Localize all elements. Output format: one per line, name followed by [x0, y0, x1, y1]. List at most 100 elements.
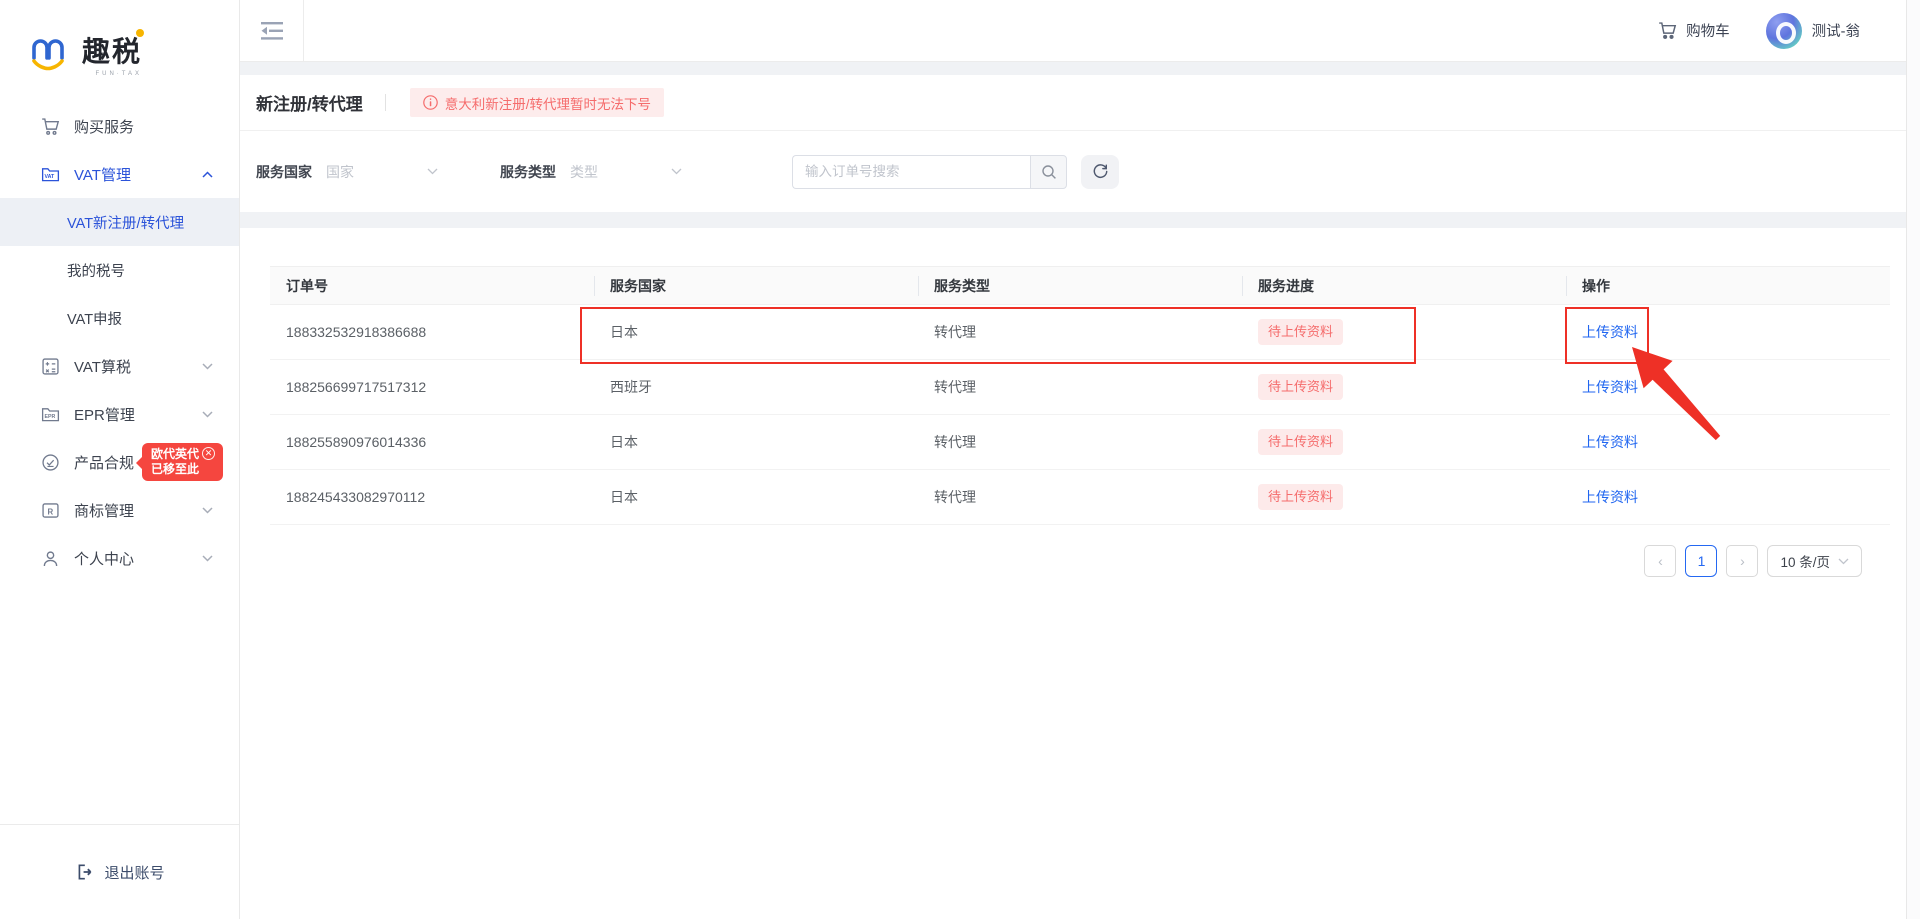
orders-table: 订单号 服务国家 服务类型 服务进度 操作 188332532918386688… [270, 266, 1890, 525]
chevron-down-icon [202, 411, 213, 418]
sidebar-item-buy-services[interactable]: 购买服务 [0, 102, 239, 150]
sidebar-subitem-label: VAT申报 [67, 308, 122, 329]
status-badge: 待上传资料 [1258, 319, 1343, 345]
orders-card: 订单号 服务国家 服务类型 服务进度 操作 188332532918386688… [240, 228, 1906, 919]
sidebar-item-label: 产品合规 [74, 452, 134, 473]
search-button[interactable] [1030, 155, 1067, 189]
status-badge: 待上传资料 [1258, 484, 1343, 510]
search-icon [1041, 164, 1057, 180]
order-no-cell: 188332532918386688 [270, 305, 594, 360]
cart-icon [40, 116, 61, 137]
order-no-cell: 188256699717517312 [270, 360, 594, 415]
cart-label: 购物车 [1686, 20, 1730, 41]
avatar [1766, 13, 1802, 49]
sidebar-item-vat-management[interactable]: VAT VAT管理 [0, 150, 239, 198]
divider [385, 94, 386, 111]
table-row: 188245433082970112 日本 转代理 待上传资料 上传资料 [270, 470, 1890, 525]
trademark-folder-icon: R [40, 500, 61, 521]
sidebar-item-trademark-management[interactable]: R 商标管理 [0, 486, 239, 534]
svg-text:R: R [47, 507, 53, 516]
notice-banner: 意大利新注册/转代理暂时无法下号 [410, 88, 664, 117]
refresh-button[interactable] [1081, 155, 1119, 189]
sidebar-item-vat-calculator[interactable]: VAT算税 [0, 342, 239, 390]
upload-data-link[interactable]: 上传资料 [1582, 379, 1638, 395]
user-menu[interactable]: 测试-翁 [1766, 13, 1860, 49]
sidebar-item-label: 商标管理 [74, 500, 134, 521]
vat-folder-icon: VAT [40, 164, 61, 185]
logout-button[interactable]: 退出账号 [0, 824, 239, 919]
chevron-down-icon [671, 168, 682, 175]
sidebar-subitem-vat-new-registration[interactable]: VAT新注册/转代理 [0, 198, 239, 246]
badge-close-icon[interactable]: ✕ [202, 447, 215, 460]
svg-text:EPR: EPR [45, 414, 56, 420]
svg-text:VAT: VAT [45, 174, 56, 180]
upload-data-link[interactable]: 上传资料 [1582, 434, 1638, 450]
sidebar-item-label: VAT管理 [74, 164, 131, 185]
country-filter-label: 服务国家 [256, 162, 312, 182]
logo-accent-dot [136, 29, 144, 37]
country-cell: 日本 [594, 470, 918, 525]
main-area: 购物车 测试-翁 新注册/转代理 意大利新注册/转代理暂时无法下号 服务国家 [240, 0, 1906, 919]
menu-fold-icon [261, 22, 283, 40]
column-header-type: 服务类型 [918, 267, 1242, 305]
logout-icon [74, 862, 94, 882]
upload-data-link[interactable]: 上传资料 [1582, 324, 1638, 340]
order-search-input[interactable] [792, 155, 1030, 189]
type-filter-label: 服务类型 [500, 162, 556, 182]
type-cell: 转代理 [918, 470, 1242, 525]
moved-here-badge[interactable]: 欧代英代✕已移至此 [142, 443, 223, 481]
sidebar-item-label: EPR管理 [74, 404, 135, 425]
info-icon [423, 95, 438, 110]
sidebar-collapse-button[interactable] [240, 0, 304, 62]
sidebar-subitem-my-tax-ids[interactable]: 我的税号 [0, 246, 239, 294]
app-window: 趣税 FUN·TAX 购买服务 VAT VAT管理 VAT新注册/转代理 我的税… [0, 0, 1920, 919]
page-title: 新注册/转代理 [256, 90, 363, 115]
country-select[interactable]: 国家 [326, 162, 438, 182]
column-header-country: 服务国家 [594, 267, 918, 305]
chevron-down-icon [202, 507, 213, 514]
sidebar-menu: 购买服务 VAT VAT管理 VAT新注册/转代理 我的税号 VAT申报 VAT… [0, 102, 239, 582]
type-cell: 转代理 [918, 360, 1242, 415]
calculator-icon [40, 356, 61, 377]
order-no-cell: 188255890976014336 [270, 415, 594, 470]
sidebar-subitem-vat-filing[interactable]: VAT申报 [0, 294, 239, 342]
sidebar-item-label: 个人中心 [74, 548, 134, 569]
chevron-down-icon [202, 363, 213, 370]
status-badge: 待上传资料 [1258, 374, 1343, 400]
cart-button[interactable]: 购物车 [1657, 20, 1730, 41]
current-page-button[interactable]: 1 [1685, 545, 1717, 577]
logo-mark-icon [28, 34, 74, 72]
prev-page-button[interactable]: ‹ [1644, 545, 1676, 577]
order-no-cell: 188245433082970112 [270, 470, 594, 525]
table-row: 188256699717517312 西班牙 转代理 待上传资料 上传资料 [270, 360, 1890, 415]
refresh-icon [1092, 163, 1109, 180]
page-header-card: 新注册/转代理 意大利新注册/转代理暂时无法下号 服务国家 国家 服务类型 类型 [240, 75, 1906, 212]
pagination: ‹ 1 › 10 条/页 [270, 545, 1862, 577]
check-circle-icon [40, 452, 61, 473]
sidebar-subitem-label: 我的税号 [67, 260, 125, 281]
upload-data-link[interactable]: 上传资料 [1582, 489, 1638, 505]
status-badge: 待上传资料 [1258, 429, 1343, 455]
next-page-button[interactable]: › [1726, 545, 1758, 577]
page-size-select[interactable]: 10 条/页 [1767, 545, 1862, 577]
user-icon [40, 548, 61, 569]
chevron-down-icon [1838, 558, 1849, 565]
sidebar-item-epr-management[interactable]: EPR EPR管理 [0, 390, 239, 438]
chevron-up-icon [202, 171, 213, 178]
table-header-row: 订单号 服务国家 服务类型 服务进度 操作 [270, 267, 1890, 305]
chevron-down-icon [202, 555, 213, 562]
type-select[interactable]: 类型 [570, 162, 682, 182]
country-cell: 日本 [594, 305, 918, 360]
sidebar-subitem-label: VAT新注册/转代理 [67, 212, 184, 233]
table-row: 188255890976014336 日本 转代理 待上传资料 上传资料 [270, 415, 1890, 470]
type-cell: 转代理 [918, 415, 1242, 470]
cart-icon [1657, 20, 1678, 41]
sidebar-item-personal-center[interactable]: 个人中心 [0, 534, 239, 582]
sidebar-item-product-compliance[interactable]: 产品合规 欧代英代✕已移至此 [0, 438, 239, 486]
column-header-progress: 服务进度 [1242, 267, 1566, 305]
vertical-scrollbar[interactable] [1906, 0, 1920, 919]
user-name: 测试-翁 [1812, 20, 1860, 41]
country-cell: 日本 [594, 415, 918, 470]
column-header-order-no: 订单号 [270, 267, 594, 305]
chevron-down-icon [427, 168, 438, 175]
